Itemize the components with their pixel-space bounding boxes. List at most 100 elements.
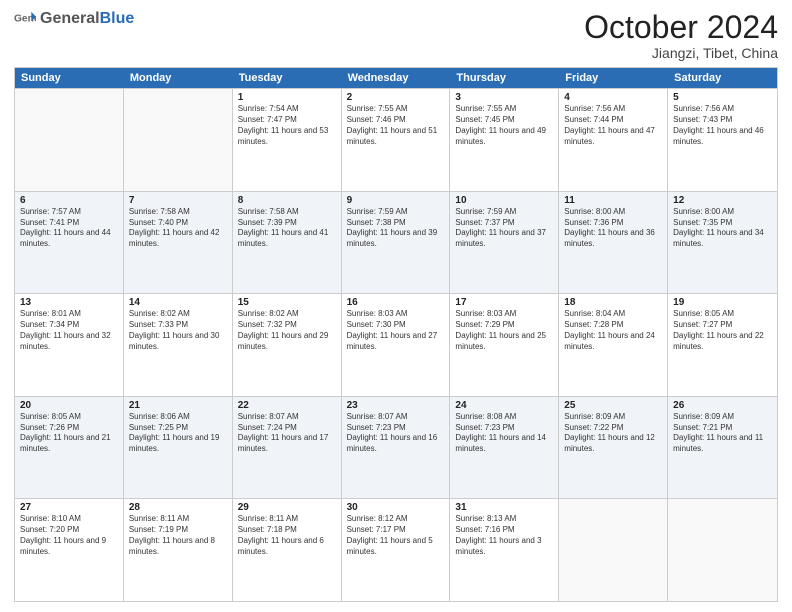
day-cell-6: 6Sunrise: 7:57 AM Sunset: 7:41 PM Daylig… xyxy=(15,192,124,294)
calendar-week-1: 1Sunrise: 7:54 AM Sunset: 7:47 PM Daylig… xyxy=(15,88,777,191)
day-number: 9 xyxy=(347,195,445,206)
day-info: Sunrise: 8:08 AM Sunset: 7:23 PM Dayligh… xyxy=(455,412,553,455)
day-cell-17: 17Sunrise: 8:03 AM Sunset: 7:29 PM Dayli… xyxy=(450,294,559,396)
calendar-week-4: 20Sunrise: 8:05 AM Sunset: 7:26 PM Dayli… xyxy=(15,396,777,499)
calendar-week-5: 27Sunrise: 8:10 AM Sunset: 7:20 PM Dayli… xyxy=(15,498,777,601)
day-number: 30 xyxy=(347,502,445,513)
day-cell-24: 24Sunrise: 8:08 AM Sunset: 7:23 PM Dayli… xyxy=(450,397,559,499)
day-number: 24 xyxy=(455,400,553,411)
day-cell-20: 20Sunrise: 8:05 AM Sunset: 7:26 PM Dayli… xyxy=(15,397,124,499)
day-cell-30: 30Sunrise: 8:12 AM Sunset: 7:17 PM Dayli… xyxy=(342,499,451,601)
day-number: 8 xyxy=(238,195,336,206)
day-cell-19: 19Sunrise: 8:05 AM Sunset: 7:27 PM Dayli… xyxy=(668,294,777,396)
header-day-tuesday: Tuesday xyxy=(233,68,342,88)
day-cell-18: 18Sunrise: 8:04 AM Sunset: 7:28 PM Dayli… xyxy=(559,294,668,396)
day-info: Sunrise: 7:56 AM Sunset: 7:43 PM Dayligh… xyxy=(673,104,772,147)
day-info: Sunrise: 8:11 AM Sunset: 7:18 PM Dayligh… xyxy=(238,514,336,557)
day-cell-31: 31Sunrise: 8:13 AM Sunset: 7:16 PM Dayli… xyxy=(450,499,559,601)
day-info: Sunrise: 8:05 AM Sunset: 7:26 PM Dayligh… xyxy=(20,412,118,455)
empty-cell xyxy=(668,499,777,601)
day-number: 18 xyxy=(564,297,662,308)
day-cell-13: 13Sunrise: 8:01 AM Sunset: 7:34 PM Dayli… xyxy=(15,294,124,396)
day-info: Sunrise: 7:56 AM Sunset: 7:44 PM Dayligh… xyxy=(564,104,662,147)
header-day-monday: Monday xyxy=(124,68,233,88)
day-cell-10: 10Sunrise: 7:59 AM Sunset: 7:37 PM Dayli… xyxy=(450,192,559,294)
day-number: 5 xyxy=(673,92,772,103)
day-info: Sunrise: 7:59 AM Sunset: 7:38 PM Dayligh… xyxy=(347,207,445,250)
day-cell-21: 21Sunrise: 8:06 AM Sunset: 7:25 PM Dayli… xyxy=(124,397,233,499)
header-day-wednesday: Wednesday xyxy=(342,68,451,88)
day-cell-9: 9Sunrise: 7:59 AM Sunset: 7:38 PM Daylig… xyxy=(342,192,451,294)
day-number: 17 xyxy=(455,297,553,308)
day-info: Sunrise: 8:00 AM Sunset: 7:35 PM Dayligh… xyxy=(673,207,772,250)
day-info: Sunrise: 8:00 AM Sunset: 7:36 PM Dayligh… xyxy=(564,207,662,250)
header-day-friday: Friday xyxy=(559,68,668,88)
day-number: 4 xyxy=(564,92,662,103)
empty-cell xyxy=(559,499,668,601)
day-info: Sunrise: 8:07 AM Sunset: 7:24 PM Dayligh… xyxy=(238,412,336,455)
day-info: Sunrise: 8:09 AM Sunset: 7:21 PM Dayligh… xyxy=(673,412,772,455)
day-number: 1 xyxy=(238,92,336,103)
day-number: 26 xyxy=(673,400,772,411)
day-info: Sunrise: 7:55 AM Sunset: 7:46 PM Dayligh… xyxy=(347,104,445,147)
day-cell-22: 22Sunrise: 8:07 AM Sunset: 7:24 PM Dayli… xyxy=(233,397,342,499)
month-title: October 2024 xyxy=(584,10,778,45)
day-number: 2 xyxy=(347,92,445,103)
day-number: 14 xyxy=(129,297,227,308)
day-number: 27 xyxy=(20,502,118,513)
empty-cell xyxy=(124,89,233,191)
day-info: Sunrise: 8:05 AM Sunset: 7:27 PM Dayligh… xyxy=(673,309,772,352)
day-info: Sunrise: 8:04 AM Sunset: 7:28 PM Dayligh… xyxy=(564,309,662,352)
day-number: 3 xyxy=(455,92,553,103)
day-number: 13 xyxy=(20,297,118,308)
day-cell-26: 26Sunrise: 8:09 AM Sunset: 7:21 PM Dayli… xyxy=(668,397,777,499)
header-day-thursday: Thursday xyxy=(450,68,559,88)
day-info: Sunrise: 7:54 AM Sunset: 7:47 PM Dayligh… xyxy=(238,104,336,147)
day-number: 7 xyxy=(129,195,227,206)
day-cell-25: 25Sunrise: 8:09 AM Sunset: 7:22 PM Dayli… xyxy=(559,397,668,499)
day-number: 21 xyxy=(129,400,227,411)
day-cell-7: 7Sunrise: 7:58 AM Sunset: 7:40 PM Daylig… xyxy=(124,192,233,294)
day-info: Sunrise: 7:55 AM Sunset: 7:45 PM Dayligh… xyxy=(455,104,553,147)
day-cell-15: 15Sunrise: 8:02 AM Sunset: 7:32 PM Dayli… xyxy=(233,294,342,396)
day-info: Sunrise: 8:01 AM Sunset: 7:34 PM Dayligh… xyxy=(20,309,118,352)
day-number: 28 xyxy=(129,502,227,513)
calendar: SundayMondayTuesdayWednesdayThursdayFrid… xyxy=(14,67,778,602)
location-title: Jiangzi, Tibet, China xyxy=(584,45,778,61)
day-cell-28: 28Sunrise: 8:11 AM Sunset: 7:19 PM Dayli… xyxy=(124,499,233,601)
day-number: 12 xyxy=(673,195,772,206)
day-cell-5: 5Sunrise: 7:56 AM Sunset: 7:43 PM Daylig… xyxy=(668,89,777,191)
day-info: Sunrise: 7:59 AM Sunset: 7:37 PM Dayligh… xyxy=(455,207,553,250)
day-cell-3: 3Sunrise: 7:55 AM Sunset: 7:45 PM Daylig… xyxy=(450,89,559,191)
title-block: October 2024 Jiangzi, Tibet, China xyxy=(584,10,778,61)
day-number: 25 xyxy=(564,400,662,411)
day-cell-8: 8Sunrise: 7:58 AM Sunset: 7:39 PM Daylig… xyxy=(233,192,342,294)
day-info: Sunrise: 8:03 AM Sunset: 7:30 PM Dayligh… xyxy=(347,309,445,352)
day-cell-29: 29Sunrise: 8:11 AM Sunset: 7:18 PM Dayli… xyxy=(233,499,342,601)
logo-blue: Blue xyxy=(100,10,135,27)
day-number: 15 xyxy=(238,297,336,308)
day-info: Sunrise: 8:13 AM Sunset: 7:16 PM Dayligh… xyxy=(455,514,553,557)
day-cell-27: 27Sunrise: 8:10 AM Sunset: 7:20 PM Dayli… xyxy=(15,499,124,601)
day-cell-12: 12Sunrise: 8:00 AM Sunset: 7:35 PM Dayli… xyxy=(668,192,777,294)
day-number: 23 xyxy=(347,400,445,411)
day-info: Sunrise: 8:10 AM Sunset: 7:20 PM Dayligh… xyxy=(20,514,118,557)
day-number: 31 xyxy=(455,502,553,513)
day-info: Sunrise: 8:12 AM Sunset: 7:17 PM Dayligh… xyxy=(347,514,445,557)
day-cell-23: 23Sunrise: 8:07 AM Sunset: 7:23 PM Dayli… xyxy=(342,397,451,499)
day-info: Sunrise: 8:02 AM Sunset: 7:33 PM Dayligh… xyxy=(129,309,227,352)
day-cell-14: 14Sunrise: 8:02 AM Sunset: 7:33 PM Dayli… xyxy=(124,294,233,396)
day-info: Sunrise: 8:06 AM Sunset: 7:25 PM Dayligh… xyxy=(129,412,227,455)
day-number: 16 xyxy=(347,297,445,308)
page-header: General GeneralBlue October 2024 Jiangzi… xyxy=(14,10,778,61)
day-info: Sunrise: 7:57 AM Sunset: 7:41 PM Dayligh… xyxy=(20,207,118,250)
day-info: Sunrise: 8:07 AM Sunset: 7:23 PM Dayligh… xyxy=(347,412,445,455)
day-info: Sunrise: 7:58 AM Sunset: 7:39 PM Dayligh… xyxy=(238,207,336,250)
day-cell-16: 16Sunrise: 8:03 AM Sunset: 7:30 PM Dayli… xyxy=(342,294,451,396)
header-day-saturday: Saturday xyxy=(668,68,777,88)
day-info: Sunrise: 8:11 AM Sunset: 7:19 PM Dayligh… xyxy=(129,514,227,557)
calendar-week-3: 13Sunrise: 8:01 AM Sunset: 7:34 PM Dayli… xyxy=(15,293,777,396)
calendar-header: SundayMondayTuesdayWednesdayThursdayFrid… xyxy=(15,68,777,88)
day-info: Sunrise: 8:02 AM Sunset: 7:32 PM Dayligh… xyxy=(238,309,336,352)
day-info: Sunrise: 8:03 AM Sunset: 7:29 PM Dayligh… xyxy=(455,309,553,352)
